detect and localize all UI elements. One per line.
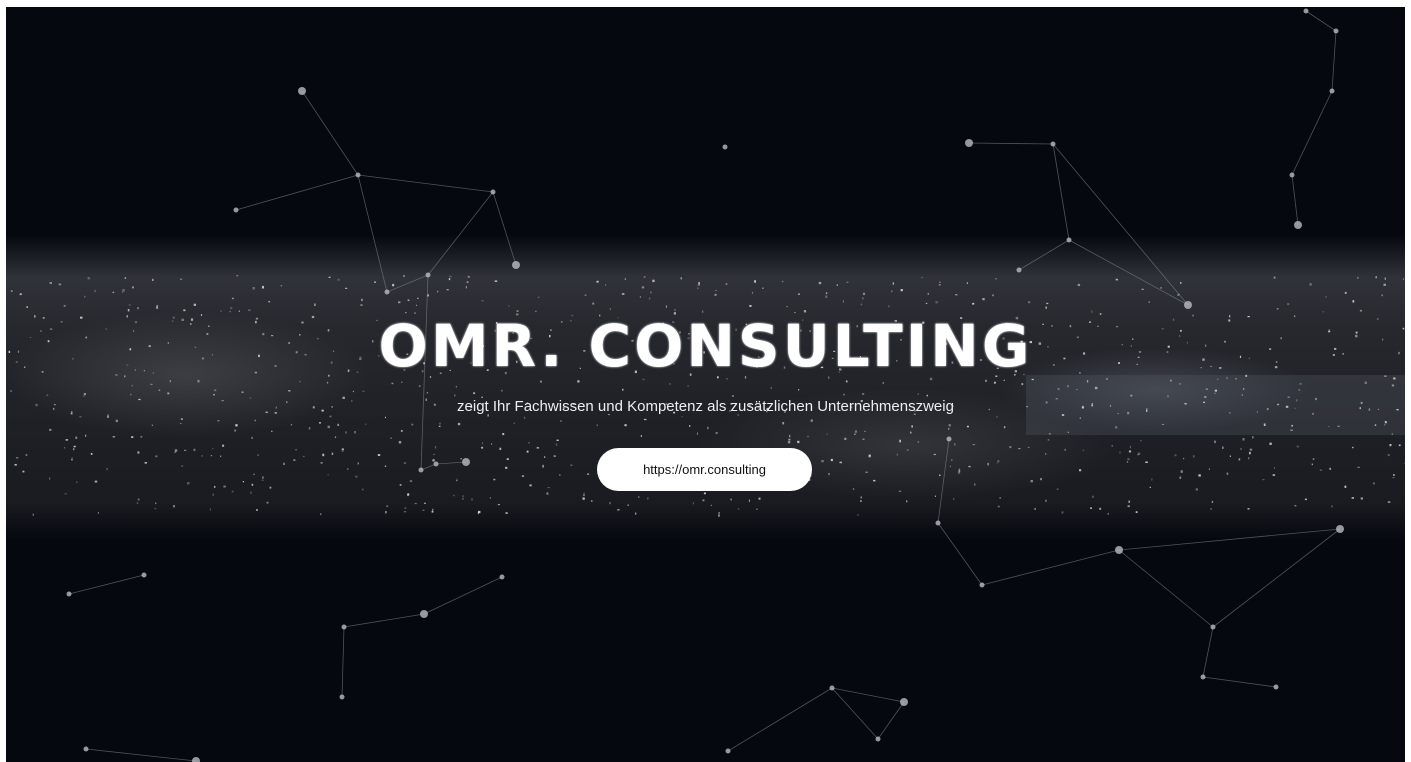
network-node: [1016, 267, 1022, 273]
network-node: [979, 582, 985, 588]
network-node: [1200, 674, 1206, 680]
network-line: [1202, 626, 1214, 678]
network-line: [1068, 239, 1189, 306]
network-line: [1052, 143, 1189, 306]
network-node: [829, 685, 835, 691]
network-node: [900, 698, 908, 706]
network-node: [298, 87, 306, 95]
network-node: [433, 461, 439, 467]
network-node: [141, 572, 147, 578]
hero-title: OMR. CONSULTING: [378, 312, 1033, 380]
network-node: [425, 272, 431, 278]
network-node: [1050, 141, 1056, 147]
network-node: [499, 574, 505, 580]
network-line: [492, 191, 517, 266]
network-line: [981, 549, 1120, 586]
network-line: [1305, 10, 1337, 32]
network-line: [386, 274, 429, 293]
network-node: [722, 144, 728, 150]
network-line: [727, 687, 833, 752]
network-line: [1291, 90, 1333, 176]
network-line: [341, 626, 345, 698]
network-line: [1118, 528, 1341, 551]
network-node: [1336, 525, 1344, 533]
network-node: [418, 467, 424, 473]
hero-banner: OMR. CONSULTING zeigt Ihr Fachwissen und…: [6, 7, 1405, 762]
network-line: [343, 613, 425, 628]
network-node: [192, 757, 200, 762]
network-line: [937, 438, 950, 524]
network-node: [341, 624, 347, 630]
network-node: [462, 458, 470, 466]
network-node: [384, 289, 390, 295]
network-node: [66, 591, 72, 597]
network-node: [1303, 8, 1309, 14]
network-node: [1294, 221, 1302, 229]
particle-network-decoration: [66, 8, 1344, 762]
network-line: [435, 461, 467, 465]
network-node: [946, 436, 952, 442]
network-node: [1210, 624, 1216, 630]
network-line: [85, 748, 197, 762]
network-line: [1018, 239, 1070, 271]
network-node: [1115, 546, 1123, 554]
network-node: [420, 610, 428, 618]
network-line: [68, 574, 145, 595]
network-line: [423, 576, 503, 615]
network-node: [1333, 28, 1339, 34]
network-node: [1289, 172, 1295, 178]
hero-subtitle: zeigt Ihr Fachwissen und Kompetenz als z…: [457, 398, 954, 415]
network-node: [490, 189, 496, 195]
network-line: [937, 522, 983, 586]
network-line: [1118, 549, 1214, 628]
website-link-button[interactable]: https://omr.consulting: [597, 448, 812, 491]
network-node: [83, 746, 89, 752]
network-node: [512, 261, 520, 269]
network-line: [1291, 174, 1299, 226]
network-line: [1052, 143, 1070, 241]
network-node: [339, 694, 345, 700]
network-node: [875, 736, 881, 742]
network-line: [1212, 528, 1341, 628]
network-line: [301, 90, 359, 176]
network-node: [1329, 88, 1335, 94]
network-line: [357, 174, 388, 293]
network-node: [965, 139, 973, 147]
network-line: [235, 174, 359, 211]
network-line: [427, 191, 494, 276]
network-line: [1202, 676, 1277, 688]
network-node: [1066, 237, 1072, 243]
network-node: [935, 520, 941, 526]
network-line: [877, 701, 905, 740]
network-node: [1273, 684, 1279, 690]
network-node: [1184, 301, 1192, 309]
network-line: [1331, 30, 1337, 92]
network-node: [725, 748, 731, 754]
network-node: [355, 172, 361, 178]
network-node: [233, 207, 239, 213]
network-line: [968, 142, 1054, 145]
network-line: [357, 174, 494, 193]
